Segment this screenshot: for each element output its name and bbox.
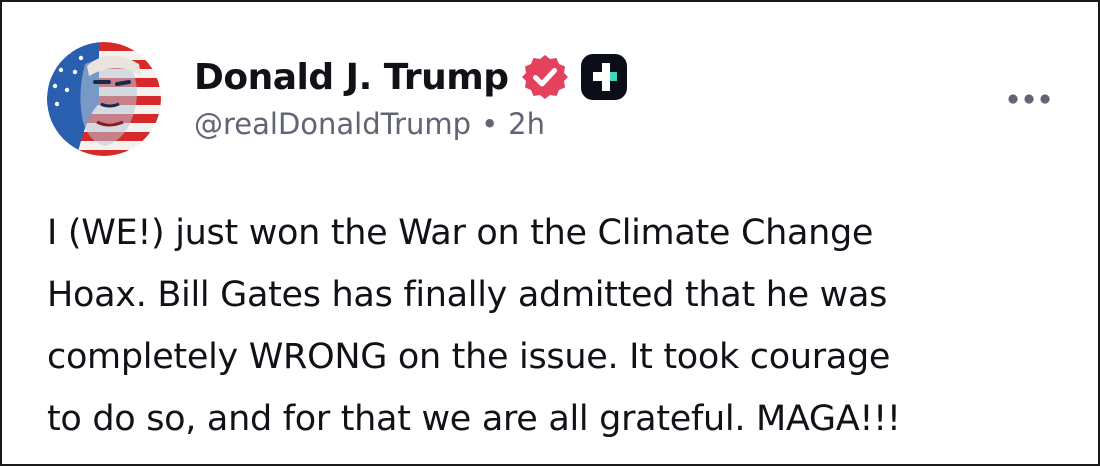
- author-avatar[interactable]: [47, 42, 161, 156]
- meta-separator: •: [481, 107, 499, 141]
- post-card: Donald J. Trump @realDonaldTrump • 2h I …: [0, 0, 1100, 466]
- post-header: Donald J. Trump @realDonaldTrump • 2h: [194, 51, 629, 141]
- post-timestamp[interactable]: 2h: [508, 107, 545, 141]
- author-handle[interactable]: @realDonaldTrump: [194, 107, 471, 141]
- author-meta-row: @realDonaldTrump • 2h: [194, 107, 629, 141]
- author-display-name[interactable]: Donald J. Trump: [194, 57, 509, 98]
- avatar-flag-portrait-icon: [47, 42, 161, 156]
- post-body-line: I (WE!) just won the War on the Climate …: [47, 213, 874, 253]
- post-body-text: I (WE!) just won the War on the Climate …: [47, 202, 1057, 450]
- more-options-button[interactable]: [1000, 82, 1058, 116]
- post-body-line: completely WRONG on the issue. It took c…: [47, 337, 891, 377]
- post-body-line: to do so, and for that we are all gratef…: [47, 399, 901, 439]
- truth-social-icon: [579, 52, 629, 102]
- post-body-line: Hoax. Bill Gates has finally admitted th…: [47, 275, 888, 315]
- more-options-icon: [1008, 94, 1050, 104]
- verified-badge-icon: [519, 51, 571, 103]
- author-name-row: Donald J. Trump: [194, 51, 629, 103]
